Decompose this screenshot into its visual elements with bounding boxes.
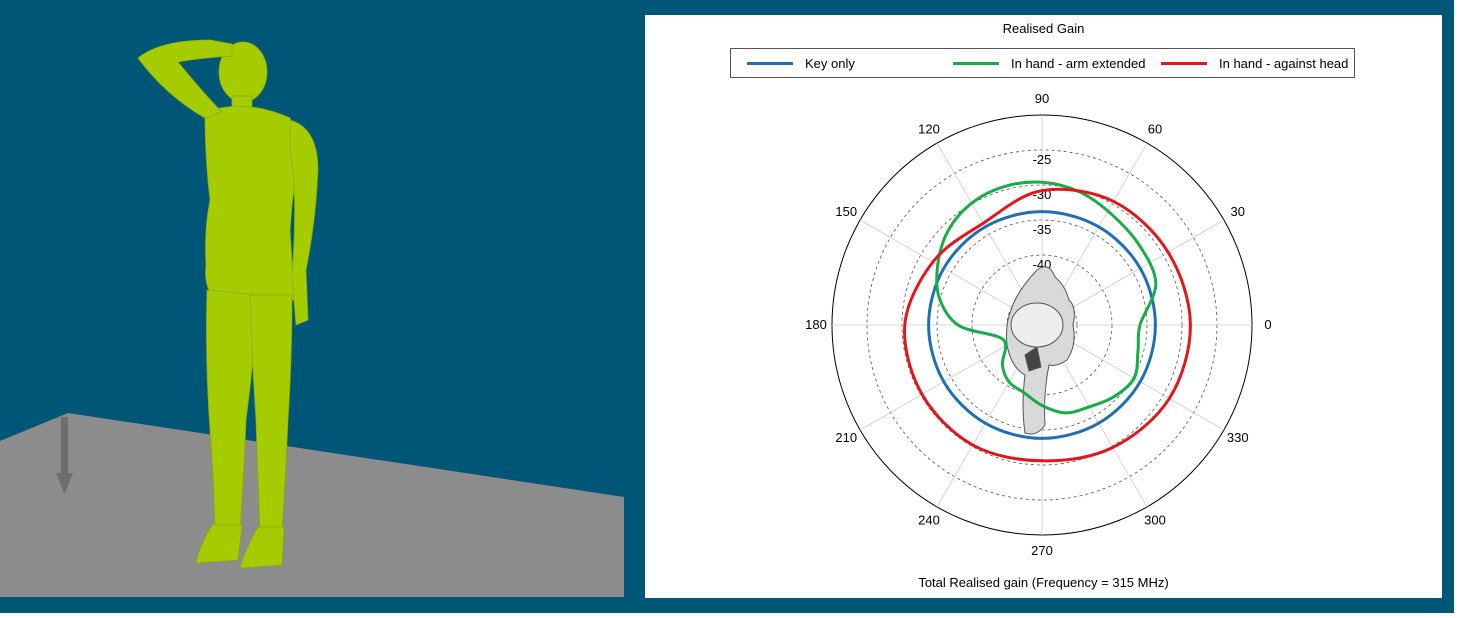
angle-tick-label: 30 (1230, 204, 1244, 219)
angle-tick-label: 60 (1148, 121, 1162, 136)
radial-tick-label: -25 (1033, 152, 1052, 167)
angle-tick-label: 300 (1144, 513, 1166, 528)
angle-tick-label: 0 (1264, 317, 1271, 332)
angle-tick-label: 270 (1031, 543, 1053, 558)
key-fob-3d-model (1006, 266, 1075, 435)
scene-3d-view (0, 0, 624, 597)
angle-tick-label: 210 (835, 430, 857, 445)
angle-tick-label: 120 (918, 121, 940, 136)
angle-tick-label: 240 (918, 513, 940, 528)
polar-plot: 0306090120150180210240270300330-45-40-35… (805, 91, 1271, 558)
chart-panel: Realised Gain Key only In hand - arm ext… (645, 15, 1442, 598)
angle-tick-label: 150 (835, 204, 857, 219)
angle-tick-label: 330 (1227, 430, 1249, 445)
angle-tick-label: 180 (805, 317, 827, 332)
angle-tick-label: 90 (1035, 91, 1049, 106)
radial-tick-label: -35 (1033, 222, 1052, 237)
chart-footer: Total Realised gain (Frequency = 315 MHz… (918, 575, 1169, 590)
